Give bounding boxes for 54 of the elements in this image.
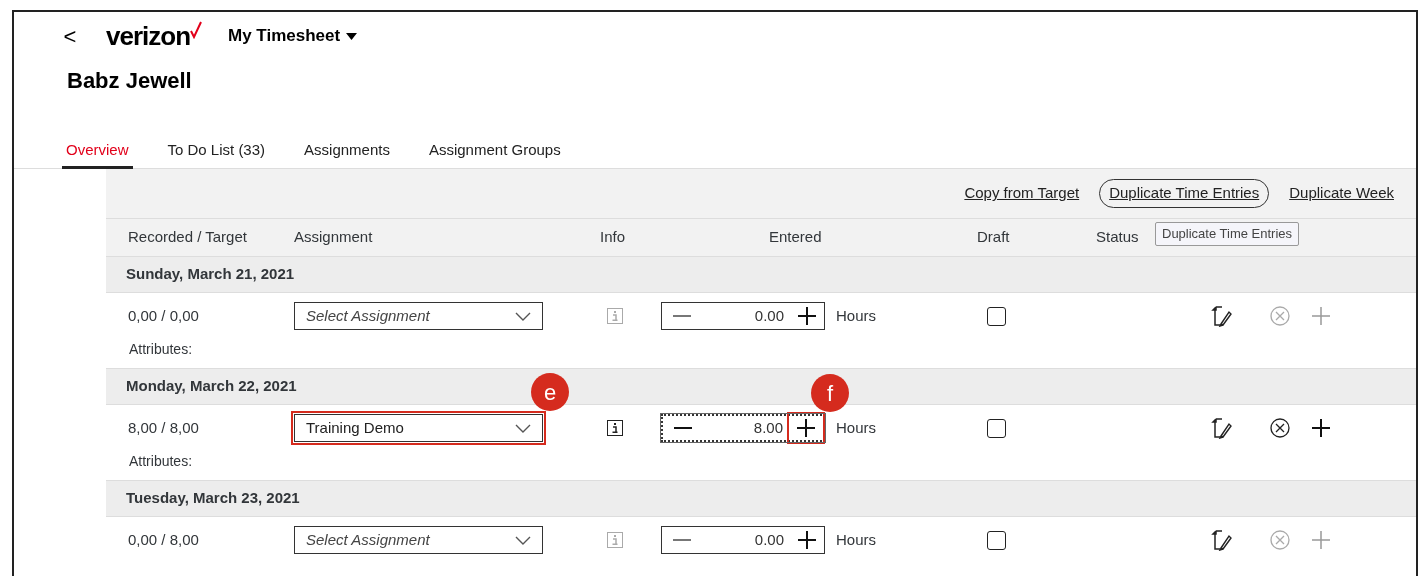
chevron-down-icon bbox=[515, 535, 531, 545]
day-header: Sunday, March 21, 2021 bbox=[126, 264, 295, 285]
column-header: Status bbox=[1096, 227, 1140, 248]
chevron-down-icon bbox=[515, 311, 531, 321]
plus-icon bbox=[797, 419, 815, 437]
column-header: Entered bbox=[769, 227, 823, 248]
attributes-label: Attributes: bbox=[128, 340, 193, 359]
app-title-menu[interactable]: My Timesheet bbox=[228, 23, 358, 49]
edit-note-icon[interactable] bbox=[1210, 529, 1232, 551]
caret-icon bbox=[346, 32, 358, 40]
recorded-target: 8,00 / 8,00 bbox=[128, 417, 200, 438]
unit-label: Hours bbox=[836, 305, 877, 326]
assignment-dropdown[interactable]: Training Demo bbox=[294, 414, 543, 442]
hours-stepper[interactable]: 8.00 bbox=[661, 414, 825, 442]
attributes-label: Attributes: bbox=[128, 452, 193, 471]
column-header: Assignment bbox=[294, 227, 374, 248]
logo: verizon bbox=[106, 23, 191, 49]
assignment-dropdown[interactable]: Select Assignment bbox=[294, 302, 543, 330]
increment-button[interactable] bbox=[789, 414, 823, 442]
hours-stepper[interactable]: 0.00 bbox=[661, 302, 825, 330]
draft-checkbox[interactable] bbox=[987, 530, 1006, 550]
hours-stepper[interactable]: 0.00 bbox=[661, 526, 825, 554]
action-link[interactable]: Copy from Target bbox=[954, 179, 1090, 208]
add-icon[interactable] bbox=[1312, 419, 1330, 437]
employee-name: Babz Jewell bbox=[66, 67, 193, 95]
recorded-target: 0,00 / 0,00 bbox=[128, 305, 200, 326]
hours-value: 8.00 bbox=[752, 417, 784, 438]
edit-note-icon[interactable] bbox=[1210, 305, 1232, 327]
draft-checkbox[interactable] bbox=[987, 418, 1006, 438]
delete-icon[interactable] bbox=[1270, 418, 1290, 438]
tab[interactable]: Assignment Groups bbox=[424, 134, 565, 169]
tab[interactable]: To Do List (33) bbox=[163, 134, 270, 169]
tab[interactable]: Assignments bbox=[300, 134, 394, 169]
plus-icon bbox=[798, 531, 816, 549]
edit-note-icon[interactable] bbox=[1210, 417, 1232, 439]
column-header: Info bbox=[600, 227, 627, 248]
unit-label: Hours bbox=[836, 417, 877, 438]
draft-checkbox[interactable] bbox=[987, 306, 1006, 326]
info-icon[interactable] bbox=[607, 420, 623, 436]
hours-value: 0.00 bbox=[753, 529, 785, 550]
check-mark-icon bbox=[190, 21, 203, 39]
chevron-down-icon bbox=[515, 423, 531, 433]
action-link[interactable]: Duplicate Week bbox=[1279, 179, 1404, 208]
plus-icon bbox=[798, 307, 816, 325]
tooltip: Duplicate Time Entries bbox=[1155, 222, 1300, 246]
recorded-target: 0,00 / 8,00 bbox=[128, 529, 200, 550]
back-button[interactable]: < bbox=[62, 19, 78, 53]
column-header: Draft bbox=[977, 227, 1011, 248]
day-header: Monday, March 22, 2021 bbox=[126, 376, 297, 397]
hours-value: 0.00 bbox=[753, 305, 785, 326]
unit-label: Hours bbox=[836, 529, 877, 550]
assignment-dropdown[interactable]: Select Assignment bbox=[294, 526, 543, 554]
column-header: Recorded / Target bbox=[128, 227, 248, 248]
day-header: Tuesday, March 23, 2021 bbox=[126, 488, 300, 509]
